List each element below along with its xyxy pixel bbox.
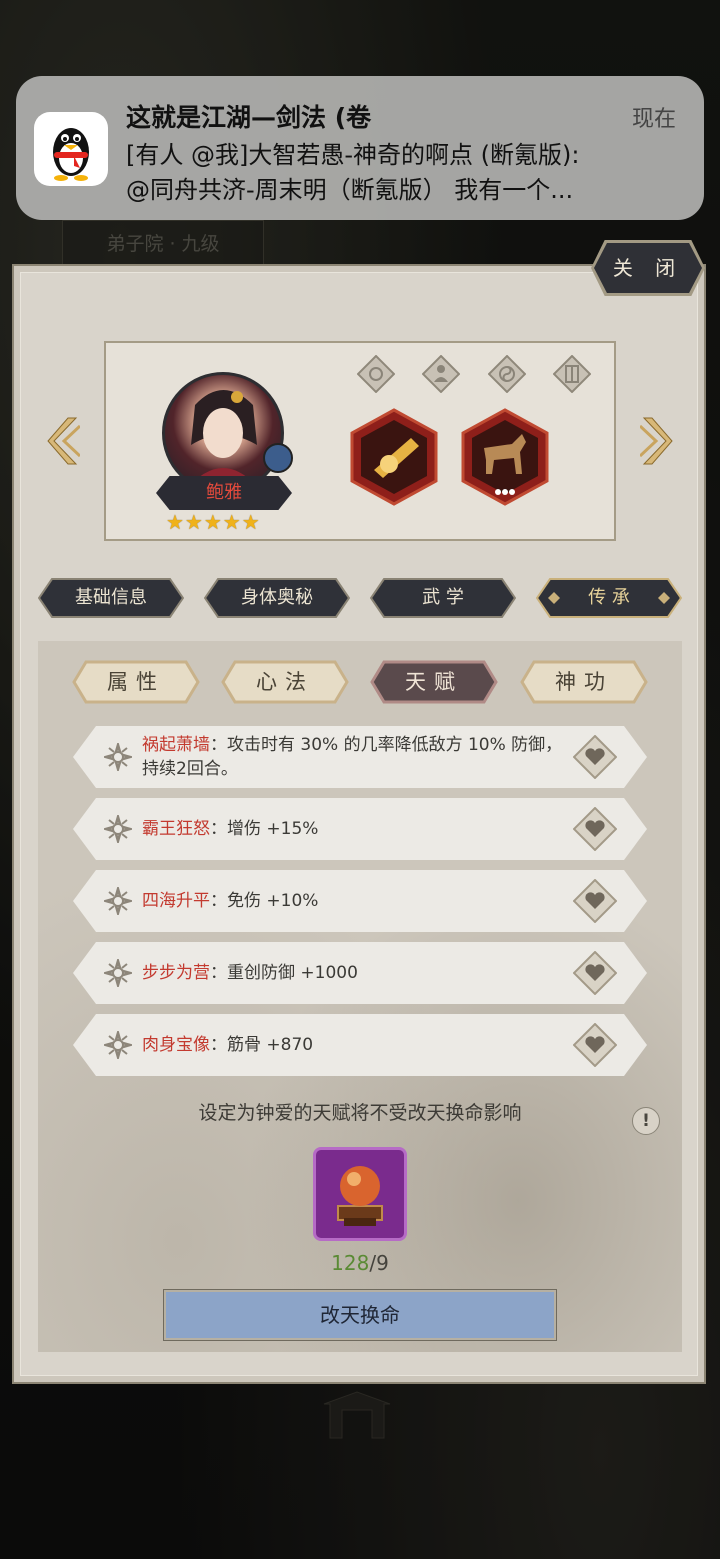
- talent-description: 四海升平：免伤 +10%: [142, 889, 572, 913]
- prev-arrow-icon[interactable]: [46, 414, 80, 468]
- talent-name: 步步为营: [142, 963, 210, 983]
- item-count-need: /9: [369, 1251, 389, 1275]
- skill-slot-icon[interactable]: [357, 355, 395, 393]
- favorite-heart-icon[interactable]: [573, 951, 617, 995]
- tab-basic-info-label: 基础信息: [75, 587, 147, 608]
- penguin-icon: [53, 128, 89, 181]
- subtab-divine-skill-label: 神功: [555, 670, 613, 694]
- favorite-heart-icon[interactable]: [573, 807, 617, 851]
- qq-app-icon: [34, 112, 108, 186]
- hero-portrait[interactable]: [162, 372, 284, 494]
- body-slot-icon[interactable]: [422, 355, 460, 393]
- subtab-attributes-label: 属性: [107, 670, 165, 694]
- talent-flower-icon: [104, 1031, 132, 1059]
- favorite-heart-icon[interactable]: [573, 879, 617, 923]
- notification-line-2: @同舟共济-周末明（断氪版） 我有一个...: [126, 176, 574, 204]
- hero-avatar-art: [185, 390, 261, 491]
- talent-name: 肉身宝像: [142, 1035, 210, 1055]
- info-icon[interactable]: !: [632, 1107, 660, 1135]
- item-count-have: 128: [331, 1251, 370, 1275]
- reroll-item[interactable]: [313, 1147, 407, 1241]
- book-slot-icon[interactable]: [553, 355, 591, 393]
- crystal-orb-icon: [337, 1166, 383, 1226]
- talent-flower-icon: [104, 887, 132, 915]
- talent-description: 祸起萧墙：攻击时有 30% 的几率降低敌方 10% 防御，持续2回合。: [142, 733, 572, 781]
- notification-time: 现在: [631, 107, 676, 132]
- yinyang-slot-icon[interactable]: [488, 355, 526, 393]
- talent-description: 肉身宝像：筋骨 +870: [142, 1033, 572, 1057]
- favorite-hint: 设定为钟爱的天赋将不受改天换命影响: [198, 1102, 522, 1124]
- next-arrow-icon[interactable]: [640, 414, 674, 468]
- close-button[interactable]: 关 闭: [594, 243, 702, 293]
- hero-stars: ★★★★★: [166, 510, 261, 534]
- talent-name: 祸起萧墙: [142, 735, 210, 755]
- talent-effect: ：筋骨 +870: [210, 1035, 314, 1055]
- talent-name: 四海升平: [142, 891, 210, 911]
- talent-effect: ：免伤 +10%: [210, 891, 319, 911]
- favorite-heart-icon[interactable]: [573, 735, 617, 779]
- mount-equip-icon[interactable]: [460, 408, 550, 506]
- talent-effect: ：增伤 +15%: [210, 819, 319, 839]
- hero-name: 鲍雅: [156, 476, 292, 510]
- subtab-mental-method-label: 心法: [256, 670, 314, 694]
- subtab-talent-label: 天赋: [405, 670, 463, 694]
- change-fate-button[interactable]: 改天换命: [163, 1289, 557, 1341]
- talent-flower-icon: [104, 959, 132, 987]
- talent-flower-icon: [104, 743, 132, 771]
- tab-martial-arts-label: 武 学: [422, 587, 464, 608]
- element-badge-icon: [263, 443, 293, 473]
- notification-title: 这就是江湖—剑法 (卷: [126, 103, 372, 132]
- talent-effect: ：重创防御 +1000: [210, 963, 358, 983]
- tab-inheritance-label: 传 承: [588, 587, 630, 608]
- talent-name: 霸王狂怒: [142, 819, 210, 839]
- item-count: 128/9: [0, 1251, 720, 1275]
- talent-description: 霸王狂怒：增伤 +15%: [142, 817, 572, 841]
- notification-line-1: [有人 @我]大智若愚-神奇的啊点 (断氪版):: [126, 141, 580, 169]
- talent-flower-icon: [104, 815, 132, 843]
- tab-body-secrets-label: 身体奥秘: [241, 587, 313, 608]
- weapon-equip-icon[interactable]: [349, 408, 439, 506]
- talent-description: 步步为营：重创防御 +1000: [142, 961, 572, 985]
- favorite-heart-icon[interactable]: [573, 1023, 617, 1067]
